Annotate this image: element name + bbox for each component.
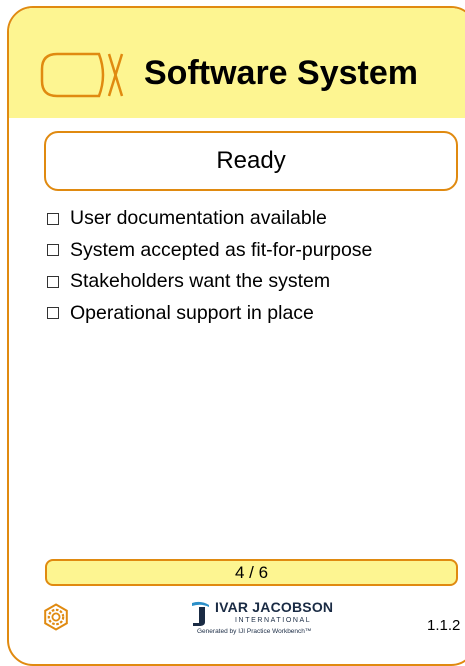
page-indicator: 4 / 6 — [234, 562, 269, 582]
checklist-item-label: System accepted as fit-for-purpose — [70, 238, 373, 261]
checklist-item: System accepted as fit-for-purpose — [47, 235, 372, 267]
page-indicator-bar: 4 / 6 — [45, 559, 458, 586]
checklist: User documentation available System acce… — [47, 203, 372, 329]
state-box: Ready — [44, 131, 458, 191]
checklist-item-label: Stakeholders want the system — [70, 270, 331, 293]
state-name: Ready — [216, 147, 286, 174]
checklist-item: Operational support in place — [47, 298, 372, 330]
alpha-icon — [40, 52, 124, 98]
generated-by-text: Generated by IJI Practice Workbench™ — [197, 628, 312, 635]
card-header: Software System — [9, 8, 465, 118]
checklist-item-label: User documentation available — [70, 207, 327, 230]
gear-icon — [44, 603, 68, 631]
checklist-item: Stakeholders want the system — [47, 266, 372, 298]
company-logo: IVAR JACOBSON INTERNATIONAL Generated by… — [189, 598, 339, 643]
logo-name: IVAR JACOBSON — [215, 599, 334, 615]
version-label: 1.1.2 — [427, 617, 461, 634]
checklist-item-label: Operational support in place — [70, 301, 314, 324]
ivar-jacobson-logo-icon — [192, 601, 209, 626]
logo-subtitle: INTERNATIONAL — [235, 617, 312, 624]
alpha-state-card: Software System Ready User documentation… — [7, 6, 465, 666]
checkbox-icon[interactable] — [47, 244, 59, 257]
card-title: Software System — [144, 54, 418, 92]
checkbox-icon[interactable] — [47, 307, 59, 320]
checkbox-icon[interactable] — [47, 275, 59, 288]
checkbox-icon[interactable] — [47, 212, 59, 225]
checklist-item: User documentation available — [47, 203, 372, 235]
